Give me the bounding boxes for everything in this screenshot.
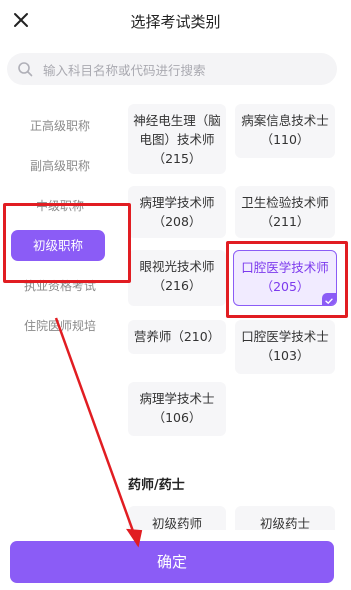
card-line: 电图）技术师 (139, 132, 215, 147)
exam-card[interactable]: 神经电生理（脑 电图）技术师 （215） (128, 104, 226, 174)
card-line: （106） (152, 410, 202, 425)
card-line: （215） (152, 151, 202, 166)
header: 选择考试类别 (0, 0, 351, 44)
annotation-highlight-card (226, 241, 348, 318)
card-line: 初级药师 (151, 516, 202, 530)
card-line: 神经电生理（脑 (133, 113, 221, 128)
card-line: 卫生检验技术师 (241, 195, 329, 210)
card-line: （103） (260, 348, 310, 363)
exam-card[interactable]: 营养师（210） (128, 320, 226, 354)
card-line: （208） (152, 214, 202, 229)
card-line: 病理学技术师 (139, 195, 215, 210)
section-title: 药师/药士 (128, 478, 185, 493)
sidebar-item-resident-training[interactable]: 住院医师规培 (8, 312, 112, 340)
confirm-button[interactable]: 确定 (10, 541, 334, 583)
search-input[interactable]: 输入科目名称或代码进行搜索 (7, 53, 337, 85)
sidebar: 正高级职称 副高级职称 中级职称 初级职称 执业资格考试 住院医师规培 (0, 100, 120, 530)
exam-card[interactable]: 初级药师 (128, 506, 226, 530)
exam-card[interactable]: 口腔医学技术士 （103） (235, 320, 335, 374)
card-line: （110） (260, 132, 310, 147)
search-icon (18, 62, 33, 77)
annotation-highlight-sidebar (3, 203, 131, 283)
exam-card[interactable]: 眼视光技术师 （216） (128, 250, 226, 306)
card-line: 病理学技术士 (139, 391, 215, 406)
search-placeholder: 输入科目名称或代码进行搜索 (43, 63, 206, 78)
card-line: （216） (152, 278, 202, 293)
card-line: （211） (260, 214, 310, 229)
sidebar-item-deputy-senior-title[interactable]: 副高级职称 (8, 152, 112, 180)
card-line: 口腔医学技术士 (241, 329, 329, 344)
exam-card[interactable]: 病理学技术士 （106） (128, 382, 226, 436)
exam-card[interactable]: 病案信息技术士 （110） (235, 104, 335, 158)
exam-card[interactable]: 病理学技术师 （208） (128, 186, 226, 238)
exam-card[interactable]: 卫生检验技术师 （211） (235, 186, 335, 238)
card-line: 眼视光技术师 (139, 259, 215, 274)
page-title: 选择考试类别 (130, 13, 221, 31)
card-line: 营养师（210） (133, 329, 221, 344)
sidebar-item-senior-title[interactable]: 正高级职称 (8, 112, 112, 140)
card-line: 病案信息技术士 (241, 113, 329, 128)
card-line: 初级药士 (259, 516, 310, 530)
exam-card[interactable]: 初级药士 (235, 506, 335, 530)
